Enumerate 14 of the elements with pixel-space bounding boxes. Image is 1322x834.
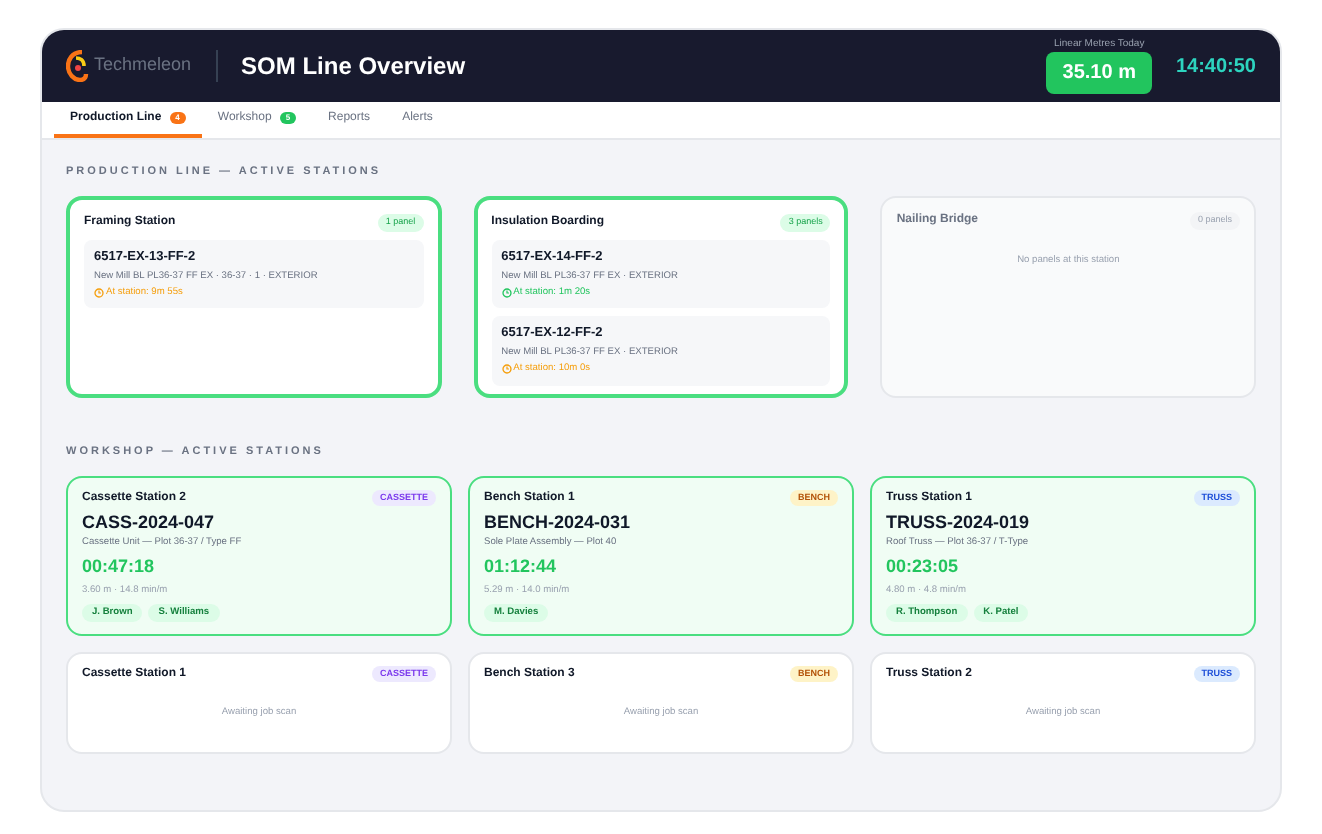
clock-time: 14:40:50: [1175, 53, 1256, 81]
job-code: BENCH-2024-031: [484, 509, 633, 535]
job-timer: 01:12:44: [484, 554, 559, 581]
brand-name: Techmeleon: [94, 52, 192, 79]
clock-icon: [501, 288, 512, 299]
job-code: CASS-2024-047: [82, 509, 217, 535]
metric-value: 35.10 m: [1046, 51, 1152, 93]
page-title: SOM Line Overview: [241, 50, 466, 84]
logo-icon: [66, 50, 90, 82]
clock-icon: [501, 364, 512, 375]
job-code: TRUSS-2024-019: [886, 509, 1032, 535]
clock-icon: [94, 288, 104, 299]
job-timer: 00:47:18: [82, 554, 157, 581]
job-timer: 00:23:05: [886, 554, 961, 581]
